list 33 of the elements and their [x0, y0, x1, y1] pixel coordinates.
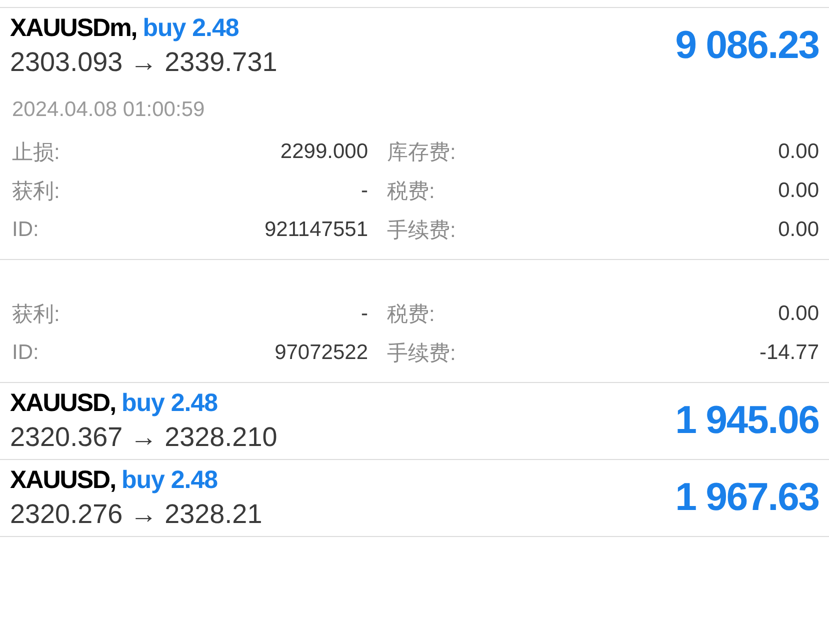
trade-side: buy 2.48 — [122, 389, 218, 418]
profit-amount: 1 967.63 — [675, 476, 819, 520]
profit-amount: 9 086.23 — [675, 24, 819, 68]
field-label: 获利: — [12, 302, 60, 328]
field-value: 2299.000 — [280, 140, 368, 164]
field-value: 0.00 — [778, 302, 819, 326]
trade-time: 2024.04.08 01:00:59 — [11, 97, 206, 123]
price-range: 2320.276 → 2328.21 — [10, 499, 262, 530]
field-value: - — [361, 302, 368, 326]
field-value: -14.77 — [759, 340, 819, 364]
field-value: - — [361, 178, 368, 202]
price-range: 2303.093 → 2339.731 — [10, 47, 278, 78]
field-label: 止损: — [12, 140, 60, 166]
field-label: 手续费: — [387, 218, 456, 244]
price-range: 2320.367 → 2328.210 — [10, 422, 278, 453]
field-value: 0.00 — [778, 178, 819, 202]
trade-side: buy 2.48 — [122, 466, 218, 495]
symbol-name: XAUUSD, — [10, 466, 116, 495]
field-label: 获利: — [12, 178, 60, 204]
symbol-name: XAUUSD, — [10, 389, 116, 418]
field-value: 97072522 — [274, 340, 368, 364]
trade-side: buy 2.48 — [142, 14, 239, 43]
symbol-name: XAUUSDm, — [10, 14, 137, 43]
field-label: 库存费: — [387, 140, 456, 166]
field-value: 0.00 — [778, 140, 819, 164]
field-label: ID: — [12, 340, 39, 364]
profit-amount: 1 945.06 — [675, 399, 819, 443]
field-value: 0.00 — [778, 218, 819, 242]
field-label: ID: — [12, 218, 39, 242]
field-label: 手续费: — [387, 340, 456, 366]
field-label: 税费: — [387, 178, 435, 204]
field-value: 921147551 — [264, 218, 368, 242]
field-label: 税费: — [387, 302, 435, 328]
